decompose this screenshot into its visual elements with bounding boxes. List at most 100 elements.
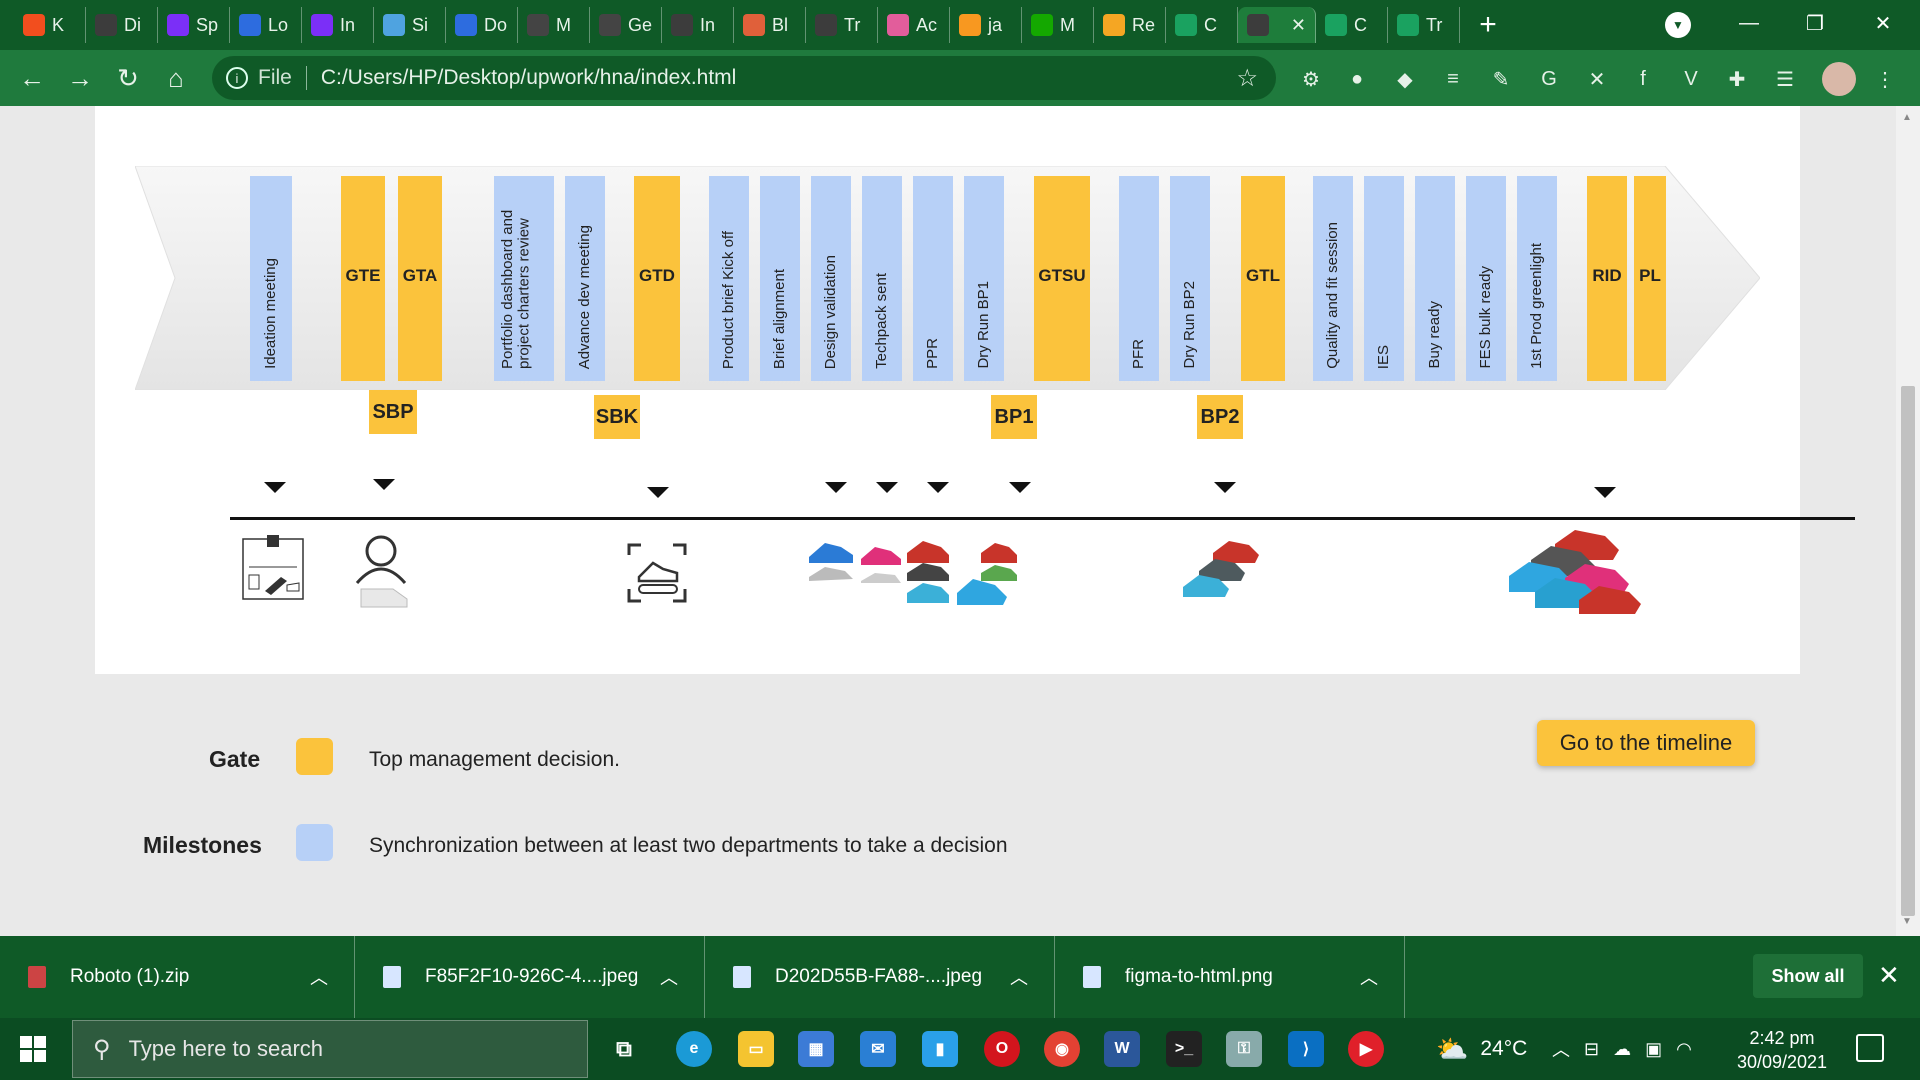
- new-tab-button[interactable]: +: [1460, 8, 1516, 42]
- function-extension-icon[interactable]: f: [1626, 62, 1660, 96]
- file-explorer-icon[interactable]: ▭: [738, 1031, 774, 1067]
- browser-tab[interactable]: C: [1316, 7, 1388, 43]
- menu-kebab-icon[interactable]: ⋮: [1868, 62, 1902, 96]
- browser-tab[interactable]: Do: [446, 7, 518, 43]
- display-icon[interactable]: ▣: [1645, 1039, 1662, 1060]
- browser-tab[interactable]: In: [302, 7, 374, 43]
- task-view-icon[interactable]: ⧉: [606, 1031, 642, 1067]
- timeline-marker: [1009, 482, 1031, 493]
- browser-tab[interactable]: ja: [950, 7, 1022, 43]
- address-bar[interactable]: i File C:/Users/HP/Desktop/upwork/hna/in…: [212, 56, 1276, 100]
- browser-tab[interactable]: Di: [86, 7, 158, 43]
- tab-title: In: [340, 14, 356, 35]
- media-player-icon[interactable]: ▶: [1348, 1031, 1384, 1067]
- tab-favicon-icon: [1103, 14, 1125, 36]
- milestone-label: Ideation meeting: [261, 258, 279, 369]
- taskbar-search-box[interactable]: ⚲ Type here to search: [72, 1020, 588, 1078]
- usb-icon[interactable]: ⊟: [1584, 1039, 1599, 1060]
- terminal-icon[interactable]: >_: [1166, 1031, 1202, 1067]
- milestone-label: Dry Run BP1: [974, 281, 992, 369]
- x-extension-icon[interactable]: ✕: [1580, 62, 1614, 96]
- browser-tab[interactable]: ✕: [1238, 7, 1316, 43]
- tab-favicon-icon: [311, 14, 333, 36]
- notifications-icon[interactable]: [1856, 1034, 1884, 1062]
- opera-icon[interactable]: O: [984, 1031, 1020, 1067]
- bookmark-star-icon[interactable]: ☆: [1236, 64, 1258, 93]
- eraser-extension-icon[interactable]: ◆: [1388, 62, 1422, 96]
- download-filename: F85F2F10-926C-4....jpeg: [425, 966, 639, 987]
- reading-list-icon[interactable]: ☰: [1768, 62, 1802, 96]
- grammarly-extension-icon[interactable]: G: [1532, 62, 1566, 96]
- wifi-icon[interactable]: ◠: [1676, 1039, 1692, 1060]
- browser-tab[interactable]: Si: [374, 7, 446, 43]
- tab-favicon-icon: [1031, 14, 1053, 36]
- forward-icon[interactable]: →: [56, 54, 104, 102]
- gate-label: RID: [1592, 266, 1622, 285]
- onedrive-icon[interactable]: ☁: [1613, 1039, 1631, 1060]
- tab-search-icon[interactable]: ▼: [1665, 12, 1691, 38]
- puzzle-extensions-icon[interactable]: ✚: [1720, 62, 1754, 96]
- milestone-bar: Design validation: [811, 176, 851, 381]
- close-downloads-icon[interactable]: ✕: [1878, 960, 1900, 991]
- browser-tab[interactable]: Ge: [590, 7, 662, 43]
- scrollbar-thumb[interactable]: [1901, 386, 1915, 916]
- weather-widget[interactable]: ⛅ 24°C: [1436, 1018, 1527, 1080]
- milestone-label: FES bulk ready: [1476, 266, 1494, 369]
- mail-icon[interactable]: ✉: [860, 1031, 896, 1067]
- browser-tab[interactable]: C: [1166, 7, 1238, 43]
- vscode-icon[interactable]: ⟩: [1288, 1031, 1324, 1067]
- close-tab-icon[interactable]: ✕: [1291, 15, 1306, 36]
- download-item[interactable]: F85F2F10-926C-4....jpeg ︿: [355, 936, 705, 1018]
- edge-icon[interactable]: e: [676, 1031, 712, 1067]
- browser-tab[interactable]: Lo: [230, 7, 302, 43]
- stack-extension-icon[interactable]: ≡: [1436, 62, 1470, 96]
- vue-extension-icon[interactable]: V: [1674, 62, 1708, 96]
- chevron-up-icon[interactable]: ︿: [1010, 964, 1028, 990]
- reload-icon[interactable]: ↻: [104, 54, 152, 102]
- browser-tab[interactable]: Re: [1094, 7, 1166, 43]
- network-app-icon[interactable]: ⚿: [1226, 1031, 1262, 1067]
- go-to-timeline-button[interactable]: Go to the timeline: [1537, 720, 1755, 766]
- word-icon[interactable]: W: [1104, 1031, 1140, 1067]
- chevron-up-icon[interactable]: ︿: [310, 964, 328, 990]
- profile-avatar[interactable]: [1822, 62, 1856, 96]
- browser-tab[interactable]: K: [14, 7, 86, 43]
- chevron-up-icon[interactable]: ︿: [1360, 964, 1378, 990]
- store-icon[interactable]: ▦: [798, 1031, 834, 1067]
- tab-favicon-icon: [671, 14, 693, 36]
- scroll-up-arrow-icon[interactable]: ▲: [1902, 112, 1912, 123]
- browser-tab[interactable]: M: [1022, 7, 1094, 43]
- back-icon[interactable]: ←: [8, 54, 56, 102]
- download-item[interactable]: D202D55B-FA88-....jpeg ︿: [705, 936, 1055, 1018]
- home-icon[interactable]: ⌂: [152, 54, 200, 102]
- browser-tab[interactable]: Sp: [158, 7, 230, 43]
- page-scrollbar[interactable]: ▲ ▼: [1896, 106, 1920, 936]
- download-item[interactable]: figma-to-html.png ︿: [1055, 936, 1405, 1018]
- info-icon[interactable]: i: [226, 67, 248, 89]
- minimize-button[interactable]: —: [1718, 0, 1780, 46]
- browser-tab[interactable]: M: [518, 7, 590, 43]
- show-all-downloads-button[interactable]: Show all: [1753, 954, 1863, 998]
- dark-extension-icon[interactable]: ●: [1340, 62, 1374, 96]
- browser-tab[interactable]: Tr: [806, 7, 878, 43]
- scroll-down-arrow-icon[interactable]: ▼: [1902, 916, 1912, 927]
- phone-icon[interactable]: ▮: [922, 1031, 958, 1067]
- restore-button[interactable]: ❐: [1784, 0, 1846, 46]
- taskbar-clock[interactable]: 2:42 pm 30/09/2021: [1732, 1026, 1832, 1074]
- pen-extension-icon[interactable]: ✎: [1484, 62, 1518, 96]
- chevron-up-icon[interactable]: ︿: [660, 964, 678, 990]
- browser-tab[interactable]: Ac: [878, 7, 950, 43]
- close-window-button[interactable]: ✕: [1852, 0, 1914, 46]
- windows-start-icon[interactable]: [20, 1036, 46, 1062]
- browser-tab[interactable]: Bl: [734, 7, 806, 43]
- timeline-marker: [876, 482, 898, 493]
- tray-chevron-up-icon[interactable]: ︿: [1552, 1036, 1570, 1062]
- settings-extension-icon[interactable]: ⚙: [1294, 62, 1328, 96]
- tab-favicon-icon: [1175, 14, 1197, 36]
- gate-label: GTSU: [1038, 266, 1086, 285]
- browser-tab[interactable]: In: [662, 7, 734, 43]
- browser-tab[interactable]: Tr: [1388, 7, 1460, 43]
- chrome-icon[interactable]: ◉: [1044, 1031, 1080, 1067]
- gate-bar: GTE: [341, 176, 385, 381]
- download-item[interactable]: Roboto (1).zip ︿: [0, 936, 355, 1018]
